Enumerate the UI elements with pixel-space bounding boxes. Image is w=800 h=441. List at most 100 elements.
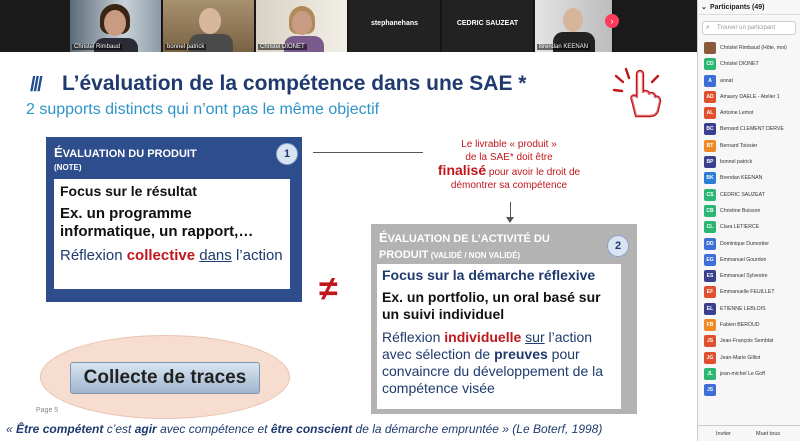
search-placeholder: Trouver un participant [717,25,776,31]
participant-name: bonnel patrick [720,159,753,166]
participants-footer: Inviter Muet tous [698,425,800,441]
box1-line-focus: Focus sur le résultat [60,183,197,199]
video-tile-bonnel-patrick[interactable]: bonnel patrick [163,0,255,52]
participant-row[interactable]: CD Christel DIONET [698,56,800,72]
participant-name: Brendan KEENAN [720,175,763,182]
participant-avatar: A [704,74,716,87]
participant-row[interactable]: EL ETIENNE LEBLOIS [698,301,800,317]
participant-name: ETIENNE LEBLOIS [720,305,766,312]
page-number: Page 5 [36,407,59,414]
participant-row[interactable]: Christel Rimbaud (Hôte, moi) [698,40,800,56]
video-caption: Brendan KEENAN [537,44,591,50]
video-name: stephanehans [370,20,419,27]
participant-name: Fabien BEROUD [720,322,760,329]
participant-list: Christel Rimbaud (Hôte, moi) CD Christel D… [698,40,800,399]
participant-avatar: CS [704,188,716,201]
zoom-meeting-window: Christel Rimbaud bonnel patrick Christel… [0,0,800,441]
video-tile-stephanehans[interactable]: stephanehans [349,0,441,52]
participant-row[interactable]: CL Clara LETIERCE [698,219,800,235]
boterf-quote: « Être compétent c’est agir avec compéte… [6,422,603,436]
video-tile-brendan-keenan[interactable]: Brendan KEENAN [535,0,613,52]
invite-button[interactable]: Inviter [716,429,731,439]
participant-row[interactable]: CS CEDRIC SAUZEAT [698,187,800,203]
participant-row[interactable]: JL jean-michel Le Goff [698,366,800,382]
participant-row[interactable]: JG Jean-Marie Gilliot [698,350,800,366]
not-equal-sign: ≠ [319,270,338,308]
participant-avatar: FB [704,319,716,332]
participant-name: Jean-François Semblat [720,338,774,345]
next-videos-arrow-icon[interactable]: › [605,14,619,28]
raised-finger-hand-icon [612,67,662,118]
box1-content: Focus sur le résultat Ex. un programme i… [54,179,290,289]
participant-row[interactable]: Aannat [698,73,800,89]
participant-row[interactable]: DD Dominique Dumortier [698,236,800,252]
participant-row[interactable]: BP bonnel patrick [698,154,800,170]
person-face [292,11,312,35]
participant-row[interactable]: BK Brendan KEENAN [698,170,800,186]
participant-avatar [704,42,716,54]
participant-name: Emmanuel Gourdon [720,256,767,263]
participant-row[interactable]: BT Bernard Toissier [698,138,800,154]
participant-avatar: JS [704,384,716,397]
participant-avatar: EF [704,286,716,299]
box2-line-reflexion: Réflexion individuelle sur l’action avec… [382,329,604,396]
participant-row[interactable]: ES Emmanuel Sylvestre [698,268,800,284]
shared-slide: /// L’évaluation de la compétence dans u… [0,52,697,441]
participant-row[interactable]: BC Bernard CLEMENT DERVE [698,121,800,137]
search-icon: ⌕ [706,24,710,31]
participant-avatar: CD [704,58,716,71]
participant-name: Bernard CLEMENT DERVE [720,126,784,133]
participant-row[interactable]: EF Emmanuelle FEUILLET [698,284,800,300]
participant-avatar: EG [704,253,716,266]
participant-row[interactable]: JS Jean-François Semblat [698,333,800,349]
participant-row[interactable]: FB Fabien BEROUD [698,317,800,333]
participants-header[interactable]: ⌄ Participants (49) [698,0,800,15]
participant-name: Jean-Marie Gilliot [720,354,761,361]
participant-name: Antoine Lemot [720,110,754,117]
participants-panel: ⌄ Participants (49) ⌕ Trouver un partici… [697,0,800,441]
mute-all-button[interactable]: Muet tous [756,429,780,439]
participant-row[interactable]: AL Antoine Lemot [698,105,800,121]
box2-line-example: Ex. un portfolio, un oral basé sur un su… [382,289,601,322]
video-tile-christel-dionet[interactable]: Christel DIONET [256,0,348,52]
person-face [104,10,126,36]
video-name: CEDRIC SAUZEAT [456,20,519,27]
participant-row[interactable]: EG Emmanuel Gourdon [698,252,800,268]
participant-name: Christine Buisson [720,207,761,214]
collapse-chevron-icon[interactable]: ⌄ [701,0,707,15]
box1-line-reflexion: Réflexion collective dans l’action [60,247,283,264]
collecte-de-traces-label: Collecte de traces [70,362,260,394]
participant-row[interactable]: AD Amaury DAELE - Atelier 1 [698,89,800,105]
participant-name: Dominique Dumortier [720,240,770,247]
participant-name: Bernard Toissier [720,142,758,149]
video-caption: Christel Rimbaud [72,44,123,50]
participant-avatar: JG [704,351,716,364]
number-badge-2: 2 [607,235,629,257]
participant-name: Emmanuelle FEUILLET [720,289,775,296]
box2-line-focus: Focus sur la démarche réflexive [382,267,596,283]
participant-avatar: BK [704,172,716,185]
title-marks: /// [30,74,43,96]
participants-title: Participants (49) [710,4,765,11]
box1-note: (NOTE) [54,163,82,172]
video-tile-christel-rimbaud[interactable]: Christel Rimbaud [70,0,162,52]
box1-line-example: Ex. un programme informatique, un rappor… [60,205,254,240]
video-caption: bonnel patrick [165,44,207,50]
participant-row[interactable]: JS [698,382,800,398]
down-arrow-icon [506,217,514,223]
participant-avatar: AD [704,90,716,103]
participant-avatar: BP [704,156,716,169]
participant-avatar: EL [704,302,716,315]
participant-name: Clara LETIERCE [720,224,760,231]
participant-name: CEDRIC SAUZEAT [720,191,765,198]
product-evaluation-box: ÉVALUATION DU PRODUIT (NOTE) 1 Focus sur… [46,137,302,302]
participant-search-input[interactable]: ⌕ Trouver un participant [702,21,796,35]
box2-heading: ÉVALUATION DE L’ACTIVITÉ DU PRODUIT (VAL… [379,230,550,261]
slide-subtitle: 2 supports distincts qui n’ont pas le mê… [26,101,380,118]
box2-content: Focus sur la démarche réflexive Ex. un p… [377,264,621,409]
participant-row[interactable]: CB Christine Buisson [698,203,800,219]
video-caption: Christel DIONET [258,44,307,50]
participant-avatar: AL [704,107,716,120]
participant-avatar: JL [704,367,716,380]
video-tile-cedric-sauzeat[interactable]: CEDRIC SAUZEAT [442,0,534,52]
